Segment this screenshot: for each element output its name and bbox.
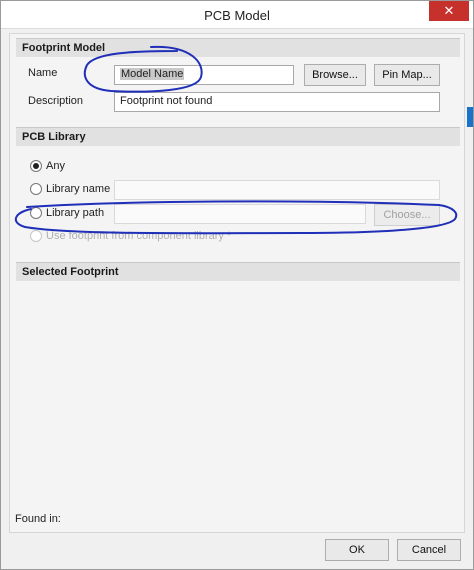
radio-use-component-library-label: Use footprint from component library * [46,230,232,242]
dialog-content: Footprint Model Name Model Name Browse..… [9,33,465,533]
library-path-input[interactable] [114,204,366,224]
library-name-input[interactable] [114,180,440,200]
close-button[interactable]: ✕ [429,1,469,21]
radio-any-label: Any [46,160,65,172]
radio-any[interactable] [30,160,42,172]
cancel-button[interactable]: Cancel [397,539,461,561]
footprint-model-header: Footprint Model [16,38,460,57]
cancel-label: Cancel [411,544,447,556]
browse-button[interactable]: Browse... [304,64,366,86]
name-label: Name [28,67,58,79]
radio-library-name-label: Library name [46,183,111,195]
accent-strip [467,107,473,127]
selected-footprint-header: Selected Footprint [16,262,460,281]
pcb-model-dialog: PCB Model ✕ Footprint Model Name Model N… [0,0,474,570]
window-title: PCB Model [204,8,270,23]
radio-library-path[interactable] [30,207,42,219]
footprint-preview-area [16,282,460,532]
radio-library-name[interactable] [30,183,42,195]
name-value: Model Name [120,68,185,80]
found-in-label: Found in: [15,513,61,525]
pcb-library-header: PCB Library [16,127,460,146]
title-bar: PCB Model ✕ [1,1,473,29]
close-icon: ✕ [443,3,455,18]
description-label: Description [28,95,84,107]
description-value: Footprint not found [120,95,213,107]
pin-map-label: Pin Map... [382,69,432,81]
radio-library-path-label: Library path [46,207,105,219]
name-input[interactable]: Model Name [114,65,294,85]
ok-label: OK [349,544,365,556]
radio-use-component-library[interactable] [30,230,42,242]
choose-button[interactable]: Choose... [374,204,440,226]
ok-button[interactable]: OK [325,539,389,561]
pin-map-button[interactable]: Pin Map... [374,64,440,86]
description-input[interactable]: Footprint not found [114,92,440,112]
choose-label: Choose... [383,209,431,221]
browse-label: Browse... [312,69,358,81]
